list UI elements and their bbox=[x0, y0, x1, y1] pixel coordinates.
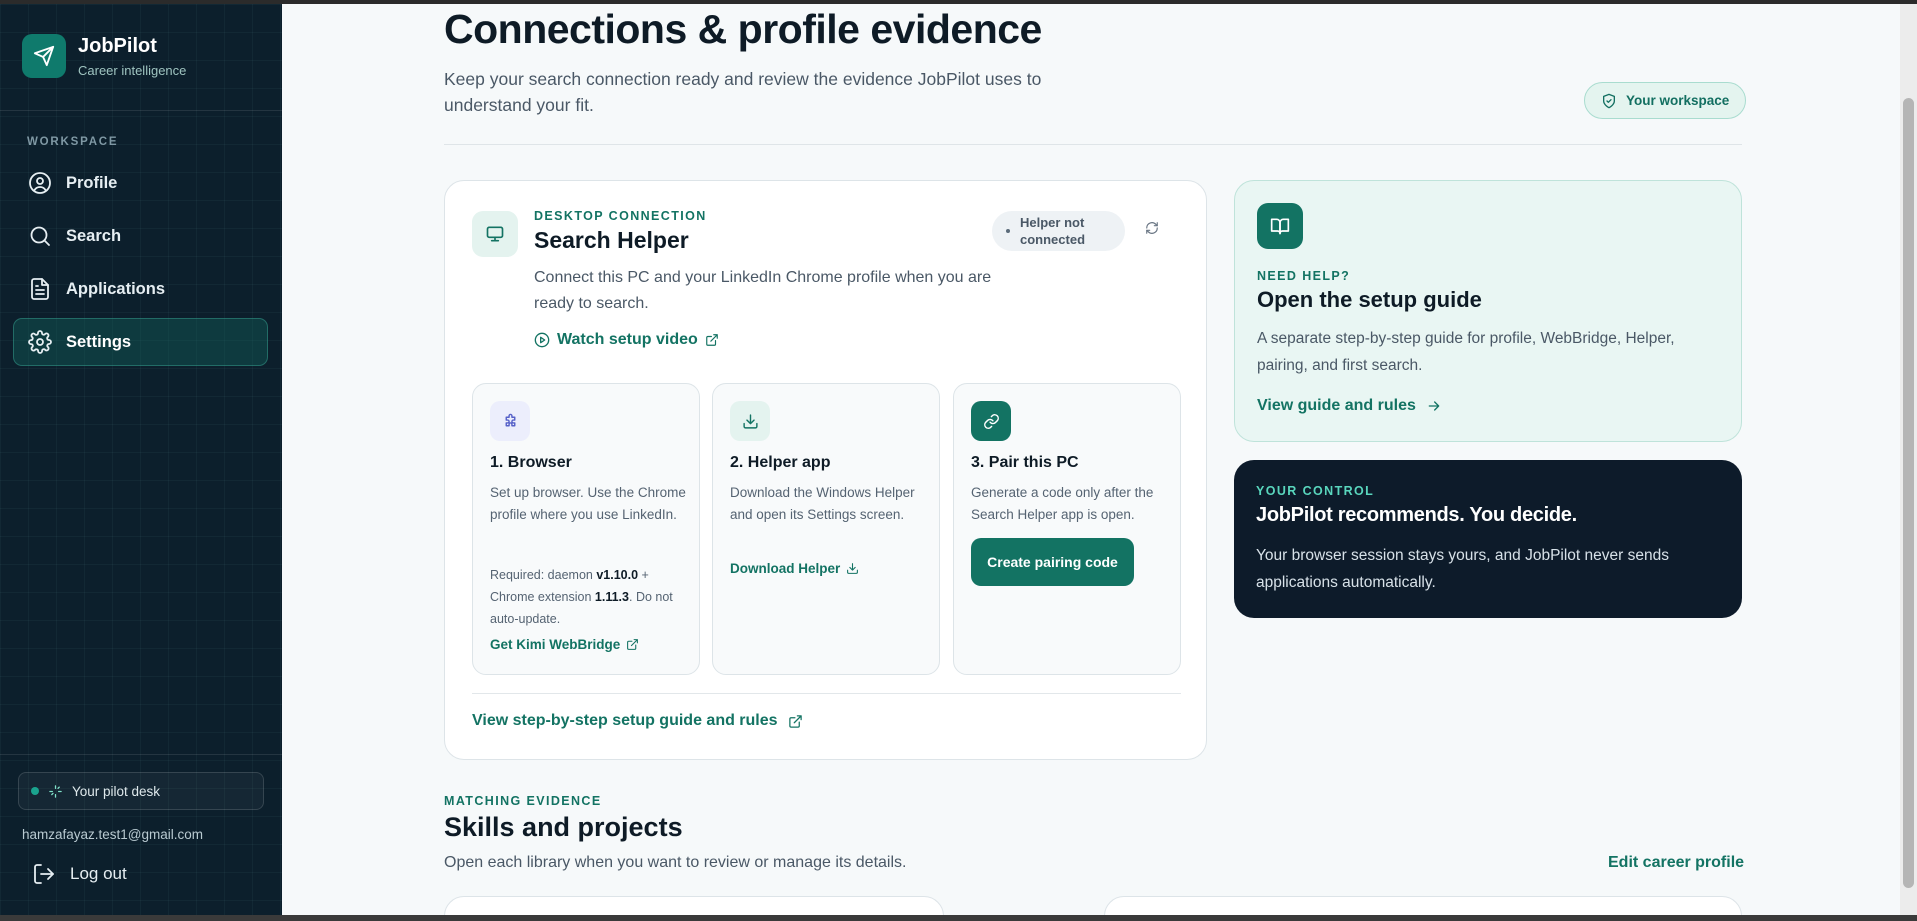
user-email: hamzafayaz.test1@gmail.com bbox=[22, 827, 204, 842]
sidebar-item-label: Profile bbox=[66, 173, 118, 192]
step-helper-description: Download the Windows Helper and open its… bbox=[730, 485, 915, 522]
req-prefix: Required: daemon bbox=[490, 568, 597, 582]
skills-library-card[interactable] bbox=[444, 896, 944, 915]
arrow-right-icon bbox=[1428, 401, 1440, 411]
view-guide-label: View guide and rules bbox=[1257, 397, 1416, 414]
monitor-icon bbox=[472, 211, 518, 257]
main-content: Connections & profile evidence Keep your… bbox=[282, 4, 1900, 915]
sidebar-item-settings[interactable]: Settings bbox=[13, 318, 268, 366]
search-icon bbox=[30, 226, 50, 246]
refresh-icon bbox=[1146, 222, 1158, 234]
window-bottom-strip bbox=[0, 915, 1917, 921]
paper-plane-icon bbox=[22, 34, 66, 78]
setup-guide-label: View step-by-step setup guide and rules bbox=[472, 712, 778, 729]
user-circle-icon bbox=[29, 172, 51, 194]
book-open-icon bbox=[1257, 203, 1303, 249]
help-description: A separate step-by-step guide for profil… bbox=[1257, 330, 1675, 374]
download-icon bbox=[847, 563, 859, 574]
watch-setup-video-label: Watch setup video bbox=[557, 331, 698, 348]
sparkles-icon bbox=[49, 784, 62, 798]
logout-label: Log out bbox=[70, 864, 127, 883]
brand-tagline: Career intelligence bbox=[78, 62, 187, 78]
control-eyebrow: YOUR CONTROL bbox=[1256, 484, 1375, 498]
connection-title: Search Helper bbox=[534, 227, 689, 253]
sidebar-item-applications[interactable]: Applications bbox=[13, 265, 268, 313]
connection-description: Connect this PC and your LinkedIn Chrome… bbox=[534, 269, 992, 312]
external-link-icon bbox=[705, 334, 718, 346]
header-divider bbox=[444, 144, 1742, 145]
pilot-desk-badge[interactable]: Your pilot desk bbox=[18, 772, 264, 810]
brand[interactable]: JobPilot Career intelligence bbox=[22, 34, 186, 78]
control-description: Your browser session stays yours, and Jo… bbox=[1256, 547, 1669, 591]
help-eyebrow: NEED HELP? bbox=[1257, 269, 1351, 283]
card-divider bbox=[472, 693, 1181, 694]
status-dot bbox=[31, 787, 39, 795]
logout-icon bbox=[34, 864, 54, 884]
download-icon bbox=[730, 401, 770, 441]
sidebar: JobPilot Career intelligence WORKSPACE P… bbox=[0, 4, 282, 915]
helper-status-line1: Helper not bbox=[1020, 215, 1085, 230]
sidebar-item-label: Applications bbox=[66, 279, 166, 298]
your-control-card: YOUR CONTROL JobPilot recommends. You de… bbox=[1234, 460, 1742, 618]
daemon-version: v1.10.0 bbox=[596, 568, 639, 582]
gear-icon bbox=[28, 330, 52, 354]
step-browser-title: 1. Browser bbox=[490, 454, 572, 471]
edit-career-profile-link[interactable]: Edit career profile bbox=[1608, 854, 1744, 872]
get-kimi-webbridge-link[interactable]: Get Kimi WebBridge bbox=[490, 637, 639, 652]
get-kimi-webbridge-label: Get Kimi WebBridge bbox=[490, 637, 621, 652]
sidebar-item-label: Settings bbox=[66, 332, 132, 351]
helper-status-badge: Helper not connected bbox=[992, 211, 1125, 251]
sidebar-divider bbox=[0, 754, 282, 755]
sidebar-item-search[interactable]: Search bbox=[13, 212, 268, 260]
evidence-subtitle: Open each library when you want to revie… bbox=[444, 854, 907, 871]
page-title: Connections & profile evidence bbox=[444, 6, 1042, 52]
download-helper-label: Download Helper bbox=[730, 561, 841, 576]
step-helper-card: 2. Helper app Download the Windows Helpe… bbox=[712, 383, 940, 675]
sidebar-section-label: WORKSPACE bbox=[27, 136, 119, 148]
document-icon bbox=[31, 278, 49, 300]
connection-eyebrow: DESKTOP CONNECTION bbox=[534, 209, 707, 223]
step-helper-title: 2. Helper app bbox=[730, 454, 831, 471]
scrollbar-thumb[interactable] bbox=[1903, 98, 1914, 888]
download-helper-link[interactable]: Download Helper bbox=[730, 561, 859, 576]
setup-guide-card: NEED HELP? Open the setup guide A separa… bbox=[1234, 180, 1742, 442]
status-dot bbox=[1006, 229, 1010, 233]
logout-button[interactable]: Log out bbox=[32, 862, 127, 886]
create-pairing-code-button[interactable]: Create pairing code bbox=[971, 538, 1134, 586]
play-circle-icon bbox=[534, 332, 550, 348]
projects-library-card[interactable] bbox=[1104, 896, 1742, 915]
step-browser-requirements: Required: daemon v1.10.0 + Chrome extens… bbox=[490, 564, 690, 630]
puzzle-icon bbox=[490, 401, 530, 441]
helper-status-line2: connected bbox=[1020, 232, 1086, 247]
search-helper-card: DESKTOP CONNECTION Search Helper Connect… bbox=[444, 180, 1207, 760]
refresh-button[interactable] bbox=[1145, 221, 1159, 240]
step-pair-description: Generate a code only after the Search He… bbox=[971, 485, 1154, 522]
step-browser-card: 1. Browser Set up browser. Use the Chrom… bbox=[472, 383, 700, 675]
sidebar-nav: Profile Search Applications Settings bbox=[13, 159, 268, 371]
view-guide-link[interactable]: View guide and rules bbox=[1257, 397, 1442, 415]
workspace-badge-label: Your workspace bbox=[1626, 93, 1730, 108]
help-title: Open the setup guide bbox=[1257, 287, 1482, 312]
step-browser-description: Set up browser. Use the Chrome profile w… bbox=[490, 485, 686, 522]
workspace-badge: Your workspace bbox=[1584, 82, 1747, 119]
shield-check-icon bbox=[1603, 93, 1615, 108]
external-link-icon bbox=[788, 714, 802, 728]
setup-guide-link[interactable]: View step-by-step setup guide and rules bbox=[472, 712, 803, 730]
sidebar-item-label: Search bbox=[66, 226, 122, 245]
brand-name: JobPilot bbox=[78, 34, 157, 57]
sidebar-item-profile[interactable]: Profile bbox=[13, 159, 268, 207]
external-link-icon bbox=[627, 639, 639, 650]
step-pair-card: 3. Pair this PC Generate a code only aft… bbox=[953, 383, 1181, 675]
extension-version: 1.11.3 bbox=[594, 590, 629, 604]
page-subtitle: Keep your search connection ready and re… bbox=[444, 69, 1042, 115]
watch-setup-video-link[interactable]: Watch setup video bbox=[534, 331, 726, 349]
control-title: JobPilot recommends. You decide. bbox=[1256, 504, 1577, 526]
sidebar-divider bbox=[0, 110, 282, 111]
link-icon bbox=[971, 401, 1011, 441]
step-pair-title: 3. Pair this PC bbox=[971, 454, 1079, 471]
pilot-desk-label: Your pilot desk bbox=[72, 783, 161, 799]
evidence-eyebrow: MATCHING EVIDENCE bbox=[444, 794, 602, 808]
evidence-title: Skills and projects bbox=[444, 812, 683, 842]
